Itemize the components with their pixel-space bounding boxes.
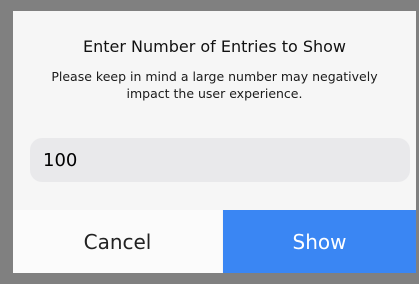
dialog-title: Enter Number of Entries to Show bbox=[82, 37, 347, 56]
entries-dialog: Enter Number of Entries to Show Please k… bbox=[13, 11, 416, 273]
entries-count-input[interactable]: 100 bbox=[30, 138, 410, 182]
cancel-button[interactable]: Cancel bbox=[13, 210, 222, 273]
entries-count-value: 100 bbox=[43, 149, 78, 171]
show-button[interactable]: Show bbox=[223, 210, 416, 273]
dialog-message: Please keep in mind a large number may n… bbox=[51, 69, 378, 101]
